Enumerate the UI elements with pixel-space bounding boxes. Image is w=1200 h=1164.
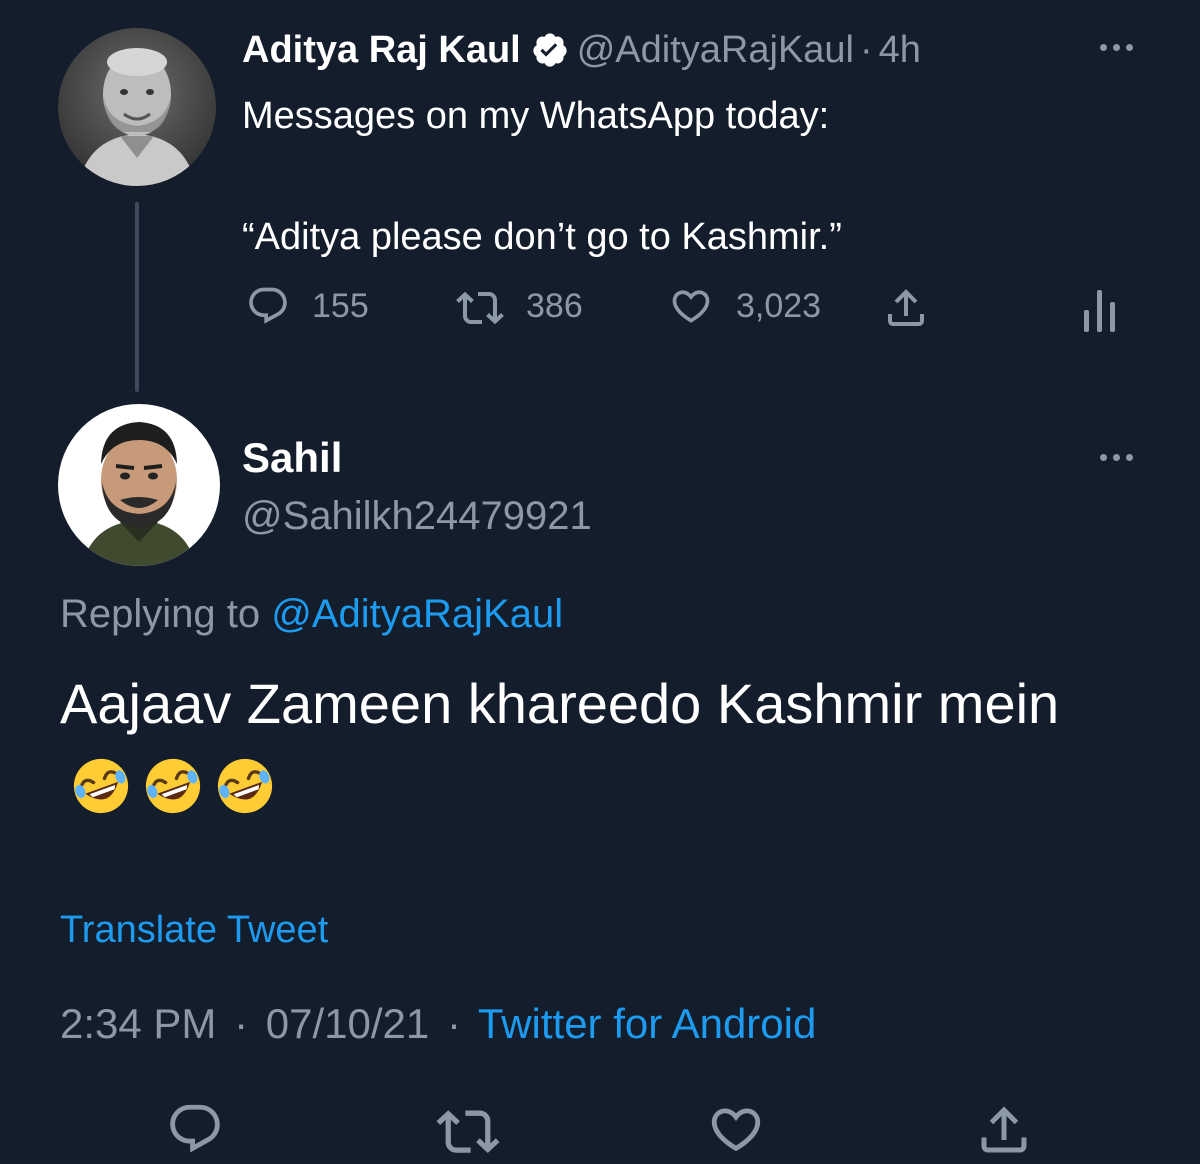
parent-timestamp[interactable]: 4h	[879, 22, 921, 78]
rolling-laughing-emoji-icon	[142, 755, 204, 840]
replying-to-line: Replying to @AdityaRajKaul	[60, 586, 563, 642]
share-upload-icon	[974, 1100, 1034, 1160]
verified-badge-icon	[531, 31, 569, 69]
reply-button[interactable]	[166, 1100, 224, 1158]
share-button[interactable]	[974, 1100, 1034, 1160]
like-count: 3,023	[736, 286, 822, 325]
speech-bubble-icon	[166, 1100, 224, 1158]
parent-handle[interactable]: @AdityaRajKaul	[577, 22, 854, 78]
tweet-time[interactable]: 2:34 PM	[60, 1000, 216, 1047]
parent-tweet-header: Aditya Raj Kaul @AdityaRajKaul · 4h	[242, 22, 921, 78]
retweet-arrows-icon	[452, 284, 508, 328]
parent-tweet-text: Messages on my WhatsApp today: “Aditya p…	[242, 86, 1142, 267]
reply-action[interactable]: 155	[246, 278, 369, 334]
retweet-arrows-icon	[436, 1100, 500, 1158]
translate-tweet-link[interactable]: Translate Tweet	[60, 902, 328, 958]
parent-avatar[interactable]	[58, 28, 216, 186]
like-action[interactable]: 3,023	[668, 278, 821, 334]
retweet-action[interactable]: 386	[452, 278, 583, 334]
rolling-laughing-emoji-icon	[214, 755, 276, 840]
retweet-button[interactable]	[436, 1100, 500, 1158]
header-separator: ·	[860, 29, 873, 71]
replying-prefix: Replying to	[60, 592, 261, 636]
parent-author-name[interactable]: Aditya Raj Kaul	[242, 22, 521, 78]
reply-text-body: Aajaav Zameen khareedo Kashmir mein	[60, 672, 1060, 735]
reply-count: 155	[312, 286, 369, 325]
share-upload-icon	[882, 284, 930, 332]
more-horizontal-icon[interactable]	[1100, 44, 1133, 51]
meta-separator: ·	[234, 1000, 249, 1047]
reply-tweet-text: Aajaav Zameen khareedo Kashmir mein	[60, 662, 1140, 840]
tweet-source-link[interactable]: Twitter for Android	[478, 1000, 816, 1047]
tweet-meta-line: 2:34 PM · 07/10/21 · Twitter for Android	[60, 994, 816, 1054]
tweet-date[interactable]: 07/10/21	[266, 1000, 430, 1047]
reply-handle[interactable]: @Sahilkh24479921	[242, 488, 592, 544]
speech-bubble-icon	[246, 284, 290, 328]
parent-text-line-2: “Aditya please don’t go to Kashmir.”	[242, 216, 842, 258]
heart-outline-icon	[706, 1100, 766, 1158]
analytics-action[interactable]	[1082, 282, 1118, 338]
retweet-count: 386	[526, 286, 583, 325]
thread-connector-line	[135, 202, 139, 392]
reply-author-name[interactable]: Sahil	[242, 430, 342, 486]
more-horizontal-icon[interactable]	[1100, 454, 1133, 461]
parent-text-line-1: Messages on my WhatsApp today:	[242, 95, 830, 137]
bar-chart-icon	[1082, 286, 1118, 334]
like-button[interactable]	[706, 1100, 766, 1158]
share-action[interactable]	[882, 280, 930, 336]
rolling-laughing-emoji-icon	[70, 755, 132, 840]
reply-avatar[interactable]	[58, 404, 220, 566]
meta-separator: ·	[446, 1000, 461, 1047]
heart-outline-icon	[668, 284, 714, 328]
replying-to-handle[interactable]: @AdityaRajKaul	[271, 592, 563, 636]
